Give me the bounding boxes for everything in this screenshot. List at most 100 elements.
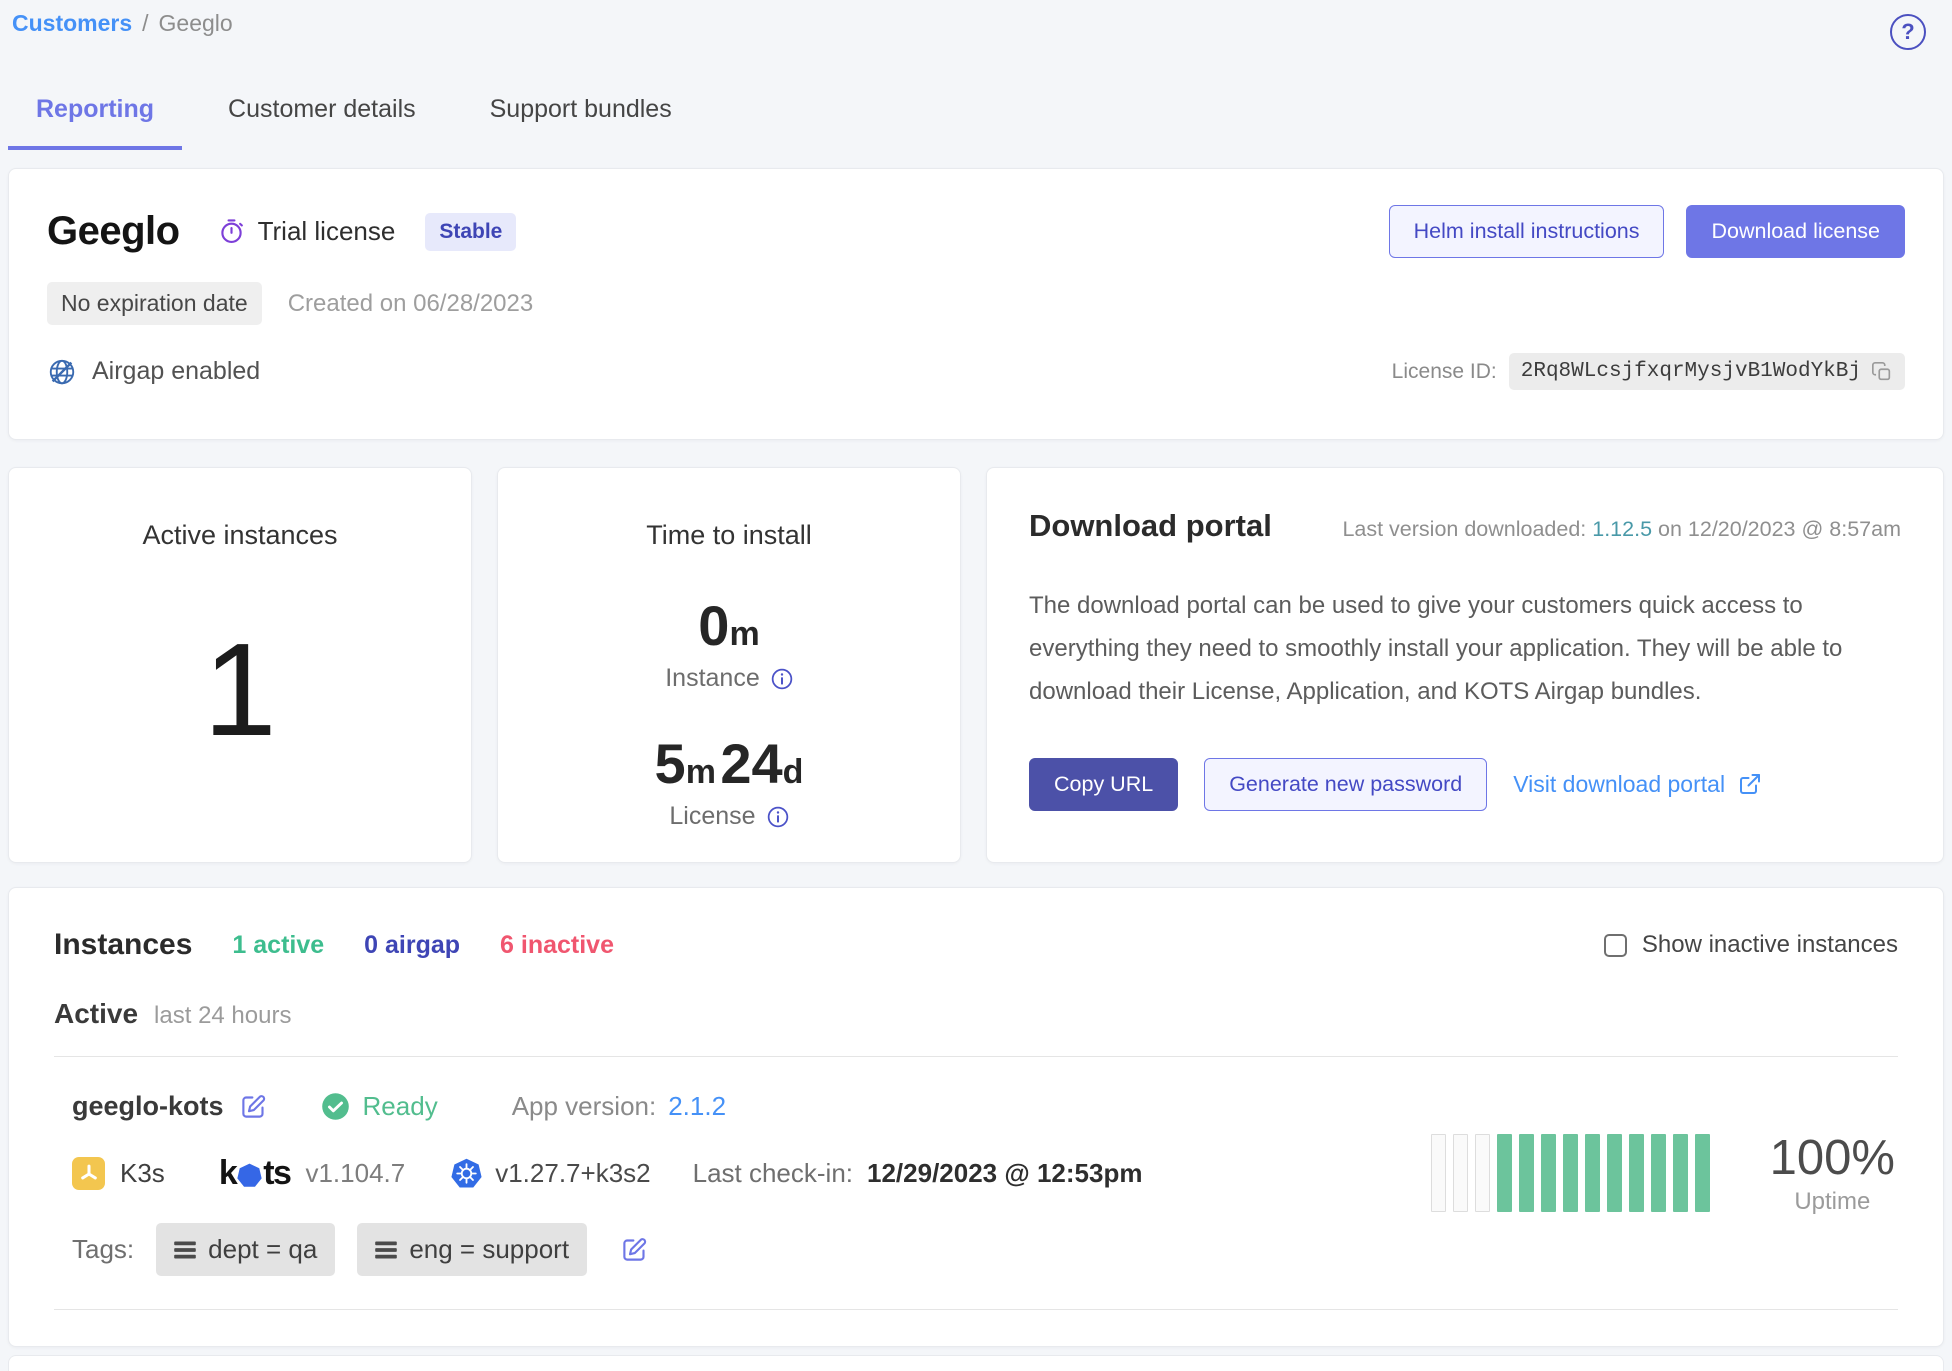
show-inactive-checkbox[interactable]	[1604, 934, 1627, 957]
status-label: Ready	[363, 1091, 438, 1122]
active-group-title: Active	[54, 998, 138, 1030]
tag-label: eng = support	[409, 1234, 569, 1265]
tag-lines-icon	[174, 1241, 196, 1259]
customer-name: Geeglo	[47, 209, 180, 254]
instance-install-label: Instance	[665, 664, 760, 693]
uptime-bar	[1453, 1134, 1468, 1212]
kots-logo-ts: ts	[263, 1154, 290, 1193]
kots-logo-o-icon	[237, 1163, 262, 1188]
instances-card: Instances 1 active 0 airgap 6 inactive S…	[8, 887, 1944, 1347]
uptime-value: 100%	[1770, 1130, 1895, 1186]
divider	[54, 1309, 1898, 1310]
kubernetes-icon	[451, 1158, 482, 1189]
visit-download-portal-label: Visit download portal	[1513, 771, 1725, 798]
copy-url-button[interactable]: Copy URL	[1029, 758, 1178, 811]
breadcrumb-current: Geeglo	[159, 10, 233, 37]
breadcrumb-separator: /	[142, 10, 148, 37]
download-license-button[interactable]: Download license	[1686, 205, 1905, 258]
license-id-chip: 2Rq8WLcsjfxqrMysjvB1WodYkBj	[1509, 353, 1905, 390]
license-id-label: License ID:	[1392, 360, 1497, 384]
external-link-icon	[1738, 772, 1762, 796]
license-id-row: License ID: 2Rq8WLcsjfxqrMysjvB1WodYkBj	[1392, 353, 1905, 390]
tab-reporting[interactable]: Reporting	[8, 77, 182, 150]
license-install-unit1: m	[686, 753, 716, 791]
tag-label: dept = qa	[208, 1234, 317, 1265]
count-active[interactable]: 1 active	[232, 931, 324, 960]
info-icon[interactable]	[771, 668, 793, 690]
license-id-value: 2Rq8WLcsjfxqrMysjvB1WodYkBj	[1521, 360, 1861, 383]
created-date: Created on 06/28/2023	[288, 290, 534, 318]
last-checkin-label: Last check-in:	[693, 1158, 853, 1189]
app-version-link[interactable]: 2.1.2	[668, 1091, 726, 1122]
helm-install-instructions-button[interactable]: Helm install instructions	[1389, 205, 1665, 258]
license-type-label: Trial license	[258, 216, 396, 247]
kots-logo: k ts	[219, 1154, 291, 1193]
last-version-date: on 12/20/2023 @ 8:57am	[1658, 517, 1901, 541]
k8s-version: v1.27.7+k3s2	[495, 1158, 650, 1189]
uptime-summary: 100% Uptime	[1431, 1130, 1895, 1216]
tag-chip[interactable]: dept = qa	[156, 1223, 335, 1276]
tab-bar: Reporting Customer details Support bundl…	[8, 77, 1944, 150]
copy-icon[interactable]	[1871, 361, 1893, 383]
channel-badge: Stable	[425, 213, 516, 251]
uptime-bar	[1695, 1134, 1710, 1212]
license-install-unit2: d	[783, 753, 804, 791]
uptime-bar	[1607, 1134, 1622, 1212]
expiration-badge: No expiration date	[47, 282, 262, 325]
uptime-bar	[1629, 1134, 1644, 1212]
uptime-bar	[1519, 1134, 1534, 1212]
breadcrumb: Customers / Geeglo	[8, 10, 1944, 37]
instance-name: geeglo-kots	[72, 1091, 224, 1122]
check-circle-icon	[321, 1092, 350, 1121]
time-to-install-card: Time to install 0m Instance 5m 24d	[497, 467, 961, 863]
tags-label: Tags:	[72, 1234, 134, 1265]
globe-slash-icon	[47, 357, 77, 387]
distribution-label: K3s	[120, 1158, 165, 1189]
uptime-bar	[1585, 1134, 1600, 1212]
stats-row: Active instances 1 Time to install 0m In…	[8, 467, 1944, 863]
edit-name-icon[interactable]	[240, 1093, 267, 1120]
stopwatch-icon	[218, 218, 245, 245]
info-icon[interactable]	[767, 806, 789, 828]
time-to-install-license: 5m 24d License	[655, 731, 804, 831]
uptime-bar	[1475, 1134, 1490, 1212]
license-install-label: License	[669, 802, 755, 831]
airgap-label: Airgap enabled	[92, 357, 260, 386]
uptime-bar	[1673, 1134, 1688, 1212]
edit-tags-icon[interactable]	[621, 1236, 648, 1263]
instance-install-unit: m	[729, 615, 759, 653]
show-inactive-label: Show inactive instances	[1642, 931, 1898, 959]
uptime-bar	[1431, 1134, 1446, 1212]
tag-chip[interactable]: eng = support	[357, 1223, 587, 1276]
instances-title: Instances	[54, 928, 192, 962]
uptime-bar	[1497, 1134, 1512, 1212]
airgap-status: Airgap enabled	[47, 357, 260, 387]
generate-new-password-button[interactable]: Generate new password	[1204, 758, 1487, 811]
active-instances-card: Active instances 1	[8, 467, 472, 863]
app-version-label: App version:	[512, 1091, 657, 1122]
uptime-bar	[1651, 1134, 1666, 1212]
count-airgap[interactable]: 0 airgap	[364, 931, 460, 960]
next-card-top-edge	[8, 1355, 1944, 1371]
license-install-value1: 5	[655, 732, 686, 795]
license-install-value2: 24	[720, 732, 782, 795]
uptime-bar	[1541, 1134, 1556, 1212]
download-portal-card: Download portal Last version downloaded:…	[986, 467, 1944, 863]
show-inactive-toggle: Show inactive instances	[1604, 931, 1898, 959]
active-instances-title: Active instances	[142, 520, 337, 551]
download-portal-title: Download portal	[1029, 508, 1272, 544]
count-inactive[interactable]: 6 inactive	[500, 931, 614, 960]
time-to-install-instance: 0m Instance	[665, 593, 793, 693]
tab-customer-details[interactable]: Customer details	[200, 77, 444, 150]
download-portal-description: The download portal can be used to give …	[1029, 584, 1901, 714]
instance-install-value: 0	[698, 594, 729, 657]
license-type: Trial license	[218, 216, 396, 247]
breadcrumb-customers-link[interactable]: Customers	[12, 10, 132, 37]
help-icon[interactable]: ?	[1890, 14, 1926, 50]
visit-download-portal-link[interactable]: Visit download portal	[1513, 771, 1762, 798]
customer-summary-card: Geeglo Trial license Stable Helm install…	[8, 168, 1944, 440]
active-group-subtitle: last 24 hours	[154, 1002, 291, 1030]
last-version-link[interactable]: 1.12.5	[1592, 517, 1652, 541]
tab-support-bundles[interactable]: Support bundles	[462, 77, 700, 150]
tag-lines-icon	[375, 1241, 397, 1259]
